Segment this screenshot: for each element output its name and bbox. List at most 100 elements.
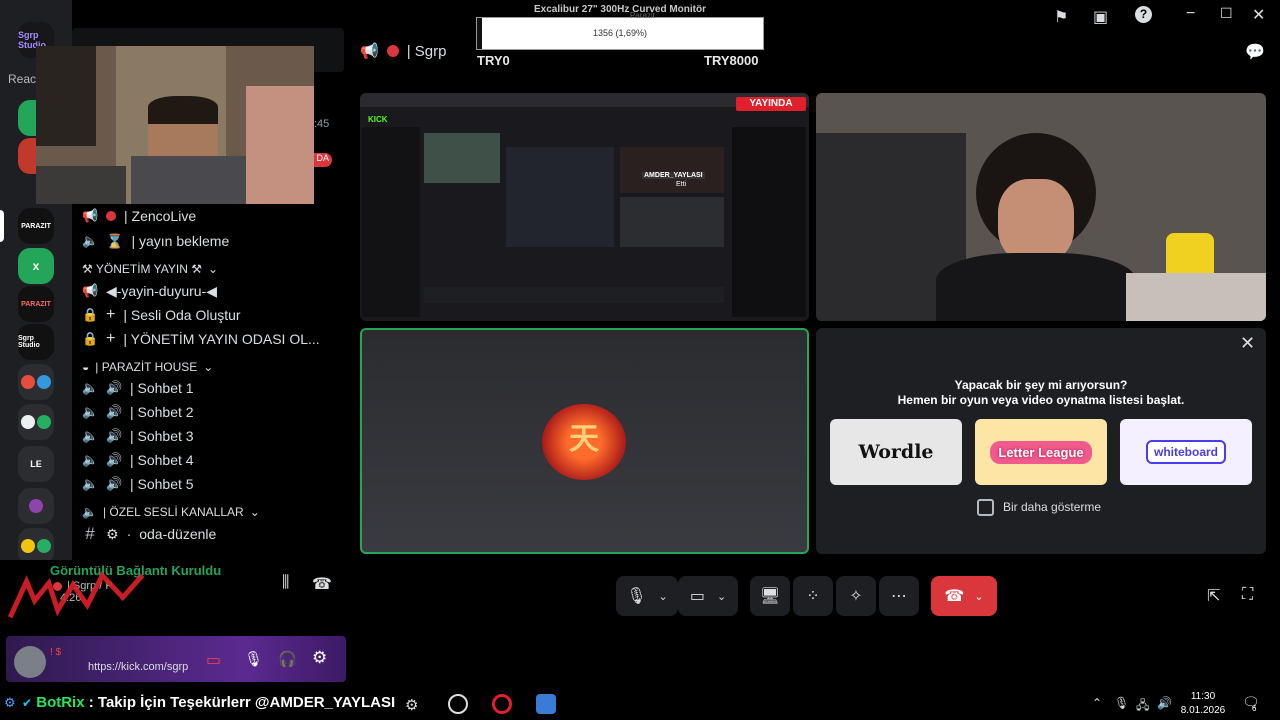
more-button[interactable]: ⋯	[879, 576, 919, 616]
screen-share-button[interactable]: 🖥	[750, 576, 790, 616]
clock-date[interactable]: 8.01.2026	[1178, 705, 1228, 716]
channel-sesli-oda-olustur[interactable]: 🔒 + | Sesli Oda Oluştur	[82, 304, 241, 326]
speaker-icon: 🔈	[82, 505, 97, 519]
user-url[interactable]: https://kick.com/sgrp	[88, 661, 188, 673]
category-label: | PARAZİT HOUSE	[95, 360, 198, 374]
channel-yayin-bekleme[interactable]: 🔈 ⌛ | yayın bekleme	[82, 230, 229, 252]
channel-sohbet-4[interactable]: 🔈 🔊 | Sohbet 4	[82, 449, 194, 471]
letter-league-label: Letter League	[990, 440, 1092, 464]
bot-icon: ⚙	[4, 695, 16, 710]
channel-label: | ZencoLive	[124, 208, 197, 224]
channel-label: | Sohbet 2	[130, 404, 194, 420]
wordle-card[interactable]: Wordle	[830, 419, 962, 485]
webcam-poster	[36, 46, 96, 146]
channel-oda-duzenle[interactable]: # ⚙ · oda-düzenle	[82, 523, 216, 545]
webcam-headphones	[148, 96, 218, 124]
hash-icon: #	[85, 524, 95, 543]
gear-icon: ⚙	[106, 525, 119, 542]
inbox-icon[interactable]: ▣	[1093, 7, 1108, 27]
soundboard-button[interactable]: ✧	[836, 576, 876, 616]
headphones-icon[interactable]: 🎧	[278, 650, 297, 668]
focused-tile[interactable]: 天	[360, 328, 809, 554]
server-parazit[interactable]: PARAZIT	[18, 208, 54, 244]
category-label: ⚒ YÖNETİM YAYIN ⚒	[82, 262, 202, 276]
category-yonetim[interactable]: ⚒ YÖNETİM YAYIN ⚒ ⌄	[82, 262, 218, 276]
taskbar-app2-icon[interactable]	[536, 694, 556, 714]
avatar[interactable]	[14, 646, 46, 678]
screen-share-off-icon[interactable]: ▭	[206, 650, 221, 670]
activity-prompt: Hemen bir oyun veya video oynatma listes…	[897, 393, 1185, 407]
channel-sohbet-1[interactable]: 🔈 🔊 | Sohbet 1	[82, 377, 194, 399]
channel-yonetim-yayin-odasi[interactable]: 🔒 + | YÖNETİM YAYIN ODASI OL...	[82, 328, 320, 350]
bowl-icon: ◒	[82, 360, 90, 374]
settings-gear-icon[interactable]: ⚙	[312, 648, 327, 668]
popout-icon[interactable]: ⇱	[1207, 586, 1220, 606]
server-folder-1[interactable]	[18, 364, 54, 400]
soundboard-icon: ✧	[849, 588, 863, 605]
whiteboard-card[interactable]: whiteboard	[1120, 419, 1252, 485]
category-ozel-sesli[interactable]: 🔈 | ÖZEL SESLİ KANALLAR ⌄	[82, 505, 260, 519]
tray-volume-icon[interactable]: 🔊	[1157, 696, 1172, 710]
channel-sohbet-2[interactable]: 🔈 🔊 | Sohbet 2	[82, 401, 194, 423]
server-logo-glyph: 天	[569, 423, 599, 456]
tray-chevron-icon[interactable]: ⌃	[1092, 696, 1102, 710]
close-icon[interactable]: ✕	[1252, 5, 1265, 25]
sound-wave-icon[interactable]: ⫼	[282, 574, 289, 592]
notification-count: 6	[1252, 704, 1257, 713]
activities-button[interactable]: ⁘	[793, 576, 833, 616]
category-parazit-house[interactable]: ◒ | PARAZİT HOUSE ⌄	[82, 360, 213, 374]
close-icon[interactable]: ✕	[1240, 333, 1255, 354]
channel-zencolive[interactable]: 📢 | ZencoLive	[82, 205, 196, 227]
screen-share-games	[620, 197, 724, 247]
server-parazit-red[interactable]: PARAZIT	[18, 286, 54, 322]
clock-time[interactable]: 11:30	[1180, 691, 1226, 702]
server-sgrp-studio[interactable]: Sgrp Studio	[18, 324, 54, 360]
channel-label: ◀-yayin-duyuru-◀	[106, 282, 218, 299]
channel-label: | Sohbet 1	[130, 380, 194, 396]
hourglass-icon: ⌛	[106, 232, 124, 249]
screen-share-tag2: Etti	[676, 181, 687, 188]
minimize-icon[interactable]: −	[1186, 5, 1195, 23]
overlay-min-label: TRY0	[477, 53, 510, 68]
channel-label: | YÖNETİM YAYIN ODASI OL...	[123, 331, 320, 347]
server-folder-2[interactable]	[18, 404, 54, 440]
microphone-icon[interactable]: 🎙	[244, 650, 263, 668]
taskbar-settings-icon[interactable]: ⚙	[405, 696, 418, 714]
end-call-button[interactable]: ☎ ⌄	[931, 576, 997, 616]
server-folder-3[interactable]	[18, 488, 54, 524]
screen-share-nested	[506, 147, 614, 247]
maximize-icon[interactable]: ☐	[1220, 5, 1233, 22]
channel-label: | yayın bekleme	[131, 233, 230, 249]
notification-icon[interactable]: 🗨	[1242, 694, 1260, 711]
channel-yayin-duyuru[interactable]: 📢 ◀-yayin-duyuru-◀	[82, 280, 217, 302]
megaphone-icon: 📢	[82, 208, 99, 223]
help-icon[interactable]: ?	[1135, 6, 1152, 23]
check-icon: ✔	[22, 696, 33, 710]
channel-label: oda-düzenle	[139, 526, 217, 542]
server-x[interactable]: x	[18, 248, 54, 284]
plus-icon: +	[106, 330, 116, 347]
chat-bubble-icon[interactable]: 💬	[1245, 42, 1265, 62]
dont-show-checkbox[interactable]	[977, 499, 994, 516]
letter-league-card[interactable]: Letter League	[975, 419, 1107, 485]
speaker-icon: 🔈	[82, 233, 99, 248]
camera-button[interactable]: ▭ ⌄	[678, 576, 738, 616]
channel-sohbet-3[interactable]: 🔈 🔊 | Sohbet 3	[82, 425, 194, 447]
fullscreen-icon[interactable]: ⛶	[1242, 586, 1253, 604]
opera-icon[interactable]	[492, 694, 512, 714]
channel-sohbet-5[interactable]: 🔈 🔊 | Sohbet 5	[82, 473, 194, 495]
screen-share-tile[interactable]: KICK AMDER_YAYLASI Etti YAYINDA	[360, 93, 809, 321]
flag-icon[interactable]: ⚑	[1054, 7, 1068, 27]
microphone-icon: 🎙	[626, 588, 647, 605]
call-title: | Sgrp	[406, 42, 447, 60]
server-le[interactable]: LE	[18, 446, 54, 482]
rail-label: Reac	[8, 72, 37, 86]
camera-tile[interactable]	[816, 93, 1266, 321]
taskbar-app-icon[interactable]	[448, 694, 468, 714]
tray-mic-icon[interactable]: 🎙	[1114, 696, 1129, 710]
disconnect-icon[interactable]: ☎	[312, 574, 332, 594]
server-folder-4[interactable]	[18, 528, 54, 564]
tray-network-icon[interactable]: 🖧	[1136, 696, 1149, 717]
mic-button[interactable]: 🎙 ⌄	[616, 576, 678, 616]
shirt	[936, 253, 1136, 321]
